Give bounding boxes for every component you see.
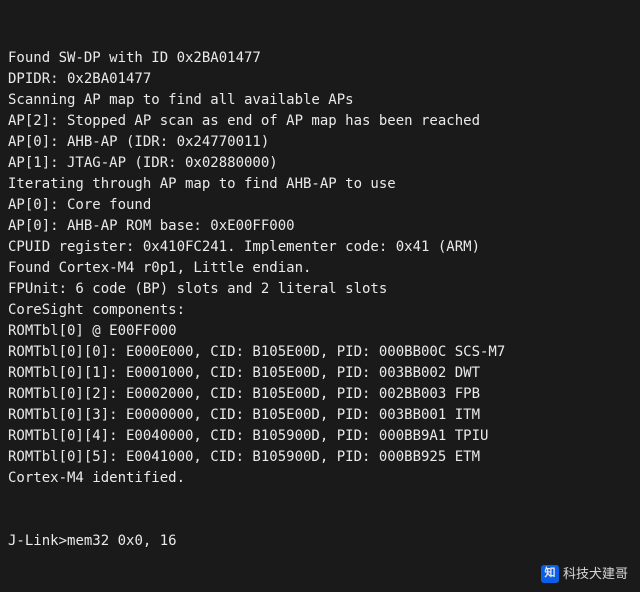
output-line: ROMTbl[0][2]: E0002000, CID: B105E00D, P… <box>8 384 632 405</box>
output-line: CoreSight components: <box>8 300 632 321</box>
prompt-line-1: J-Link>mem32 0x0, 16 <box>8 531 632 552</box>
output-line: Cortex-M4 identified. <box>8 468 632 489</box>
output-line: ROMTbl[0][4]: E0040000, CID: B105900D, P… <box>8 426 632 447</box>
output-line: Found SW-DP with ID 0x2BA01477 <box>8 48 632 69</box>
output-line: ROMTbl[0] @ E00FF000 <box>8 321 632 342</box>
zhihu-logo-icon: 知 <box>541 565 559 583</box>
output-line: ROMTbl[0][0]: E000E000, CID: B105E00D, P… <box>8 342 632 363</box>
output-line: CPUID register: 0x410FC241. Implementer … <box>8 237 632 258</box>
output-line: AP[0]: Core found <box>8 195 632 216</box>
output-line: AP[1]: JTAG-AP (IDR: 0x02880000) <box>8 153 632 174</box>
output-line: ROMTbl[0][1]: E0001000, CID: B105E00D, P… <box>8 363 632 384</box>
entered-command: mem32 0x0, 16 <box>67 533 177 549</box>
output-line: ROMTbl[0][5]: E0041000, CID: B105900D, P… <box>8 447 632 468</box>
output-line: AP[0]: AHB-AP ROM base: 0xE00FF000 <box>8 216 632 237</box>
output-line: DPIDR: 0x2BA01477 <box>8 69 632 90</box>
terminal-window[interactable]: Found SW-DP with ID 0x2BA01477DPIDR: 0x2… <box>0 0 640 592</box>
output-line: AP[0]: AHB-AP (IDR: 0x24770011) <box>8 132 632 153</box>
output-line: ROMTbl[0][3]: E0000000, CID: B105E00D, P… <box>8 405 632 426</box>
prompt-label: J-Link> <box>8 533 67 549</box>
output-line: AP[2]: Stopped AP scan as end of AP map … <box>8 111 632 132</box>
terminal-output: Found SW-DP with ID 0x2BA01477DPIDR: 0x2… <box>8 48 632 489</box>
output-line: Found Cortex-M4 r0p1, Little endian. <box>8 258 632 279</box>
watermark: 知 科技犬建哥 <box>541 563 628 584</box>
output-line: FPUnit: 6 code (BP) slots and 2 literal … <box>8 279 632 300</box>
watermark-author: 科技犬建哥 <box>563 563 628 584</box>
output-line: Iterating through AP map to find AHB-AP … <box>8 174 632 195</box>
output-line: Scanning AP map to find all available AP… <box>8 90 632 111</box>
